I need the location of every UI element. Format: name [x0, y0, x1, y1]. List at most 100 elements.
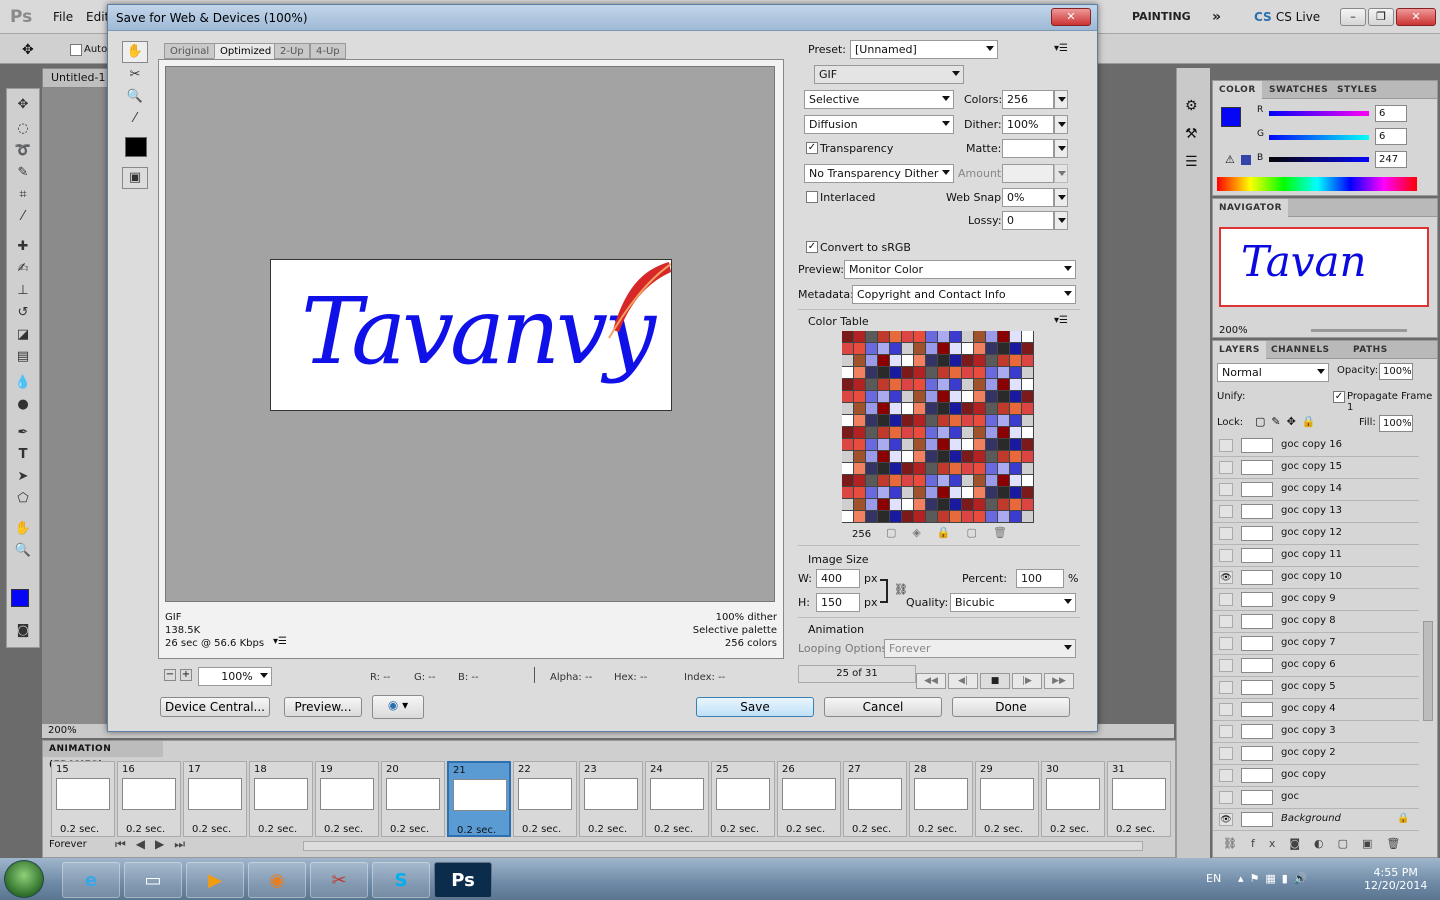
palette-swatch[interactable] — [974, 463, 985, 474]
frame-delay[interactable]: 0.2 sec. — [588, 824, 627, 835]
palette-swatch[interactable] — [1022, 367, 1033, 378]
palette-swatch[interactable] — [854, 487, 865, 498]
palette-swatch[interactable] — [1010, 379, 1021, 390]
palette-swatch[interactable] — [998, 355, 1009, 366]
palette-swatch[interactable] — [974, 391, 985, 402]
palette-swatch[interactable] — [950, 463, 961, 474]
layers-scrollbar[interactable] — [1423, 621, 1433, 721]
navigator-thumbnail[interactable]: Tavan — [1219, 227, 1429, 307]
palette-swatch[interactable] — [962, 367, 973, 378]
palette-swatch[interactable] — [998, 487, 1009, 498]
palette-swatch[interactable] — [854, 391, 865, 402]
palette-swatch[interactable] — [914, 343, 925, 354]
palette-swatch[interactable] — [974, 499, 985, 510]
first-frame-icon[interactable]: ◀◀ — [916, 673, 946, 689]
brush-icon[interactable]: ✍ — [11, 259, 35, 279]
navigator-zoom-slider[interactable] — [1311, 329, 1407, 332]
color-table-menu-icon[interactable]: ▾☰ — [1054, 315, 1068, 326]
palette-swatch[interactable] — [1010, 439, 1021, 450]
palette-swatch[interactable] — [998, 415, 1009, 426]
animation-frame[interactable]: 15 0.2 sec. — [51, 761, 115, 837]
palette-swatch[interactable] — [842, 439, 853, 450]
palette-swatch[interactable] — [938, 367, 949, 378]
palette-swatch[interactable] — [890, 451, 901, 462]
palette-swatch[interactable] — [962, 379, 973, 390]
palette-swatch[interactable] — [878, 331, 889, 342]
palette-swatch[interactable] — [878, 379, 889, 390]
websnap-value[interactable]: 0% — [1002, 188, 1054, 207]
palette-swatch[interactable] — [926, 403, 937, 414]
palette-swatch[interactable] — [902, 415, 913, 426]
palette-swatch[interactable] — [962, 511, 973, 522]
done-button[interactable]: Done — [952, 697, 1070, 717]
visibility-eye-icon[interactable] — [1219, 527, 1233, 540]
visibility-eye-icon[interactable] — [1219, 593, 1233, 606]
palette-swatch[interactable] — [914, 355, 925, 366]
palette-swatch[interactable] — [962, 487, 973, 498]
palette-swatch[interactable] — [902, 463, 913, 474]
palette-swatch[interactable] — [986, 511, 997, 522]
palette-swatch[interactable] — [1022, 463, 1033, 474]
palette-swatch[interactable] — [1022, 379, 1033, 390]
palette-swatch[interactable] — [926, 379, 937, 390]
palette-swatch[interactable] — [986, 475, 997, 486]
frame-delay[interactable]: 0.2 sec. — [60, 824, 99, 835]
palette-swatch[interactable] — [950, 331, 961, 342]
palette-swatch[interactable] — [1022, 475, 1033, 486]
palette-swatch[interactable] — [914, 427, 925, 438]
palette-swatch[interactable] — [842, 427, 853, 438]
lock-icons[interactable]: ▢✎✥🔒 — [1255, 415, 1322, 428]
quick-mask-icon[interactable]: ◙ — [11, 621, 35, 641]
tab-navigator[interactable]: NAVIGATOR — [1213, 199, 1289, 217]
visibility-eye-icon[interactable] — [1219, 725, 1233, 738]
palette-swatch[interactable] — [902, 367, 913, 378]
ccleaner-icon[interactable]: ✂ — [310, 862, 368, 898]
palette-swatch[interactable] — [878, 451, 889, 462]
palette-swatch[interactable] — [914, 403, 925, 414]
palette-swatch[interactable] — [1022, 451, 1033, 462]
palette-swatch[interactable] — [1022, 511, 1033, 522]
palette-swatch[interactable] — [1010, 331, 1021, 342]
visibility-eye-icon[interactable] — [1219, 615, 1233, 628]
layer-row[interactable]: goc copy — [1213, 765, 1419, 787]
palette-swatch[interactable] — [854, 451, 865, 462]
palette-swatch[interactable] — [902, 451, 913, 462]
looping-dropdown[interactable]: Forever — [884, 639, 1076, 658]
workspace-painting[interactable]: PAINTING — [1124, 6, 1199, 28]
palette-swatch[interactable] — [902, 499, 913, 510]
brush-preset-icon[interactable]: ⚒ — [1185, 126, 1198, 142]
palette-swatch[interactable] — [926, 355, 937, 366]
device-central-button[interactable]: Device Central... — [160, 697, 270, 717]
palette-swatch[interactable] — [914, 463, 925, 474]
frame-delay[interactable]: 0.2 sec. — [654, 824, 693, 835]
palette-swatch[interactable] — [986, 499, 997, 510]
tab-layers[interactable]: LAYERS — [1213, 341, 1266, 359]
palette-swatch[interactable] — [974, 487, 985, 498]
palette-swatch[interactable] — [914, 439, 925, 450]
matte-swatch[interactable] — [1002, 139, 1054, 158]
layer-row[interactable]: goc copy 4 — [1213, 699, 1419, 721]
palette-swatch[interactable] — [1010, 343, 1021, 354]
palette-swatch[interactable] — [878, 367, 889, 378]
palette-swatch[interactable] — [866, 511, 877, 522]
metadata-dropdown[interactable]: Copyright and Contact Info — [852, 285, 1076, 304]
palette-swatch[interactable] — [914, 499, 925, 510]
cs-live-button[interactable]: CS CS Live — [1254, 10, 1320, 24]
palette-swatch[interactable] — [890, 331, 901, 342]
transparency-dither-dropdown[interactable]: No Transparency Dither — [804, 164, 954, 183]
frame-delay[interactable]: 0.2 sec. — [852, 824, 891, 835]
palette-swatch[interactable] — [986, 355, 997, 366]
palette-swatch[interactable] — [866, 427, 877, 438]
palette-swatch[interactable] — [914, 415, 925, 426]
palette-swatch[interactable] — [962, 439, 973, 450]
restore-button[interactable]: ❐ — [1368, 8, 1394, 26]
explorer-icon[interactable]: ▭ — [124, 862, 182, 898]
start-button[interactable] — [4, 860, 44, 898]
palette-swatch[interactable] — [938, 379, 949, 390]
frame-delay[interactable]: 0.2 sec. — [126, 824, 165, 835]
palette-swatch[interactable] — [986, 427, 997, 438]
palette-swatch[interactable] — [926, 427, 937, 438]
palette-swatch[interactable] — [866, 415, 877, 426]
lossy-value[interactable]: 0 — [1002, 211, 1054, 230]
palette-swatch[interactable] — [854, 463, 865, 474]
